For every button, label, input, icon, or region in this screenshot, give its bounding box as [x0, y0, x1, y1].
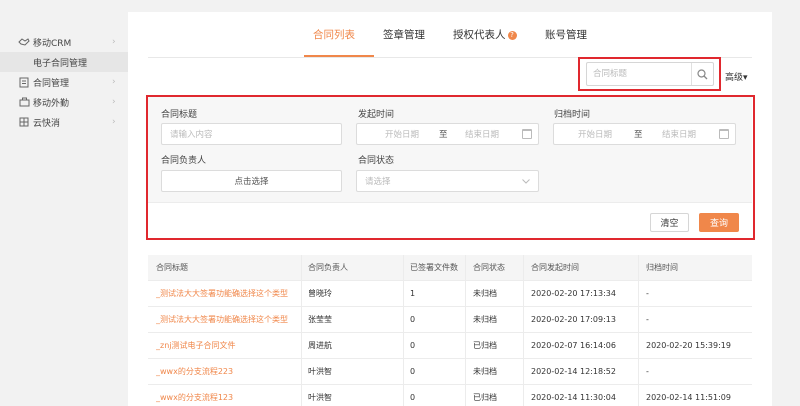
- sidebar-item-label: 移动CRM: [33, 38, 72, 49]
- table-row[interactable]: _测试法大大签署功能确选择这个类型 张莹莹 0 未归档 2020-02-20 1…: [148, 307, 752, 333]
- sidebar-item-crm[interactable]: 移动CRM ›: [0, 32, 128, 52]
- archive-time-cell: 2020-02-14 11:51:09: [646, 393, 731, 402]
- status-cell: 未归档: [473, 289, 497, 298]
- tab-authorized-rep[interactable]: 授权代表人?: [453, 27, 517, 42]
- column-divider: [403, 255, 404, 406]
- signed-count-cell: 1: [410, 289, 416, 298]
- sidebar-item-fmcg[interactable]: 云快消 ›: [0, 112, 128, 132]
- contract-title-link[interactable]: _测试法大大签署功能确选择这个类型: [156, 281, 288, 307]
- status-cell: 已归档: [473, 341, 497, 350]
- filter-highlight-box: [146, 95, 755, 240]
- tab-seal-management[interactable]: 签章管理: [383, 27, 425, 42]
- column-header[interactable]: 合同发起时间: [531, 255, 579, 281]
- status-cell: 未归档: [473, 315, 497, 324]
- advanced-toggle[interactable]: 高级▾: [725, 70, 748, 83]
- contract-title-link[interactable]: _znj测试电子合同文件: [156, 333, 236, 359]
- sidebar-item-label: 云快消: [33, 118, 61, 129]
- search-input[interactable]: [587, 63, 687, 85]
- sidebar-item-field-work[interactable]: 移动外勤 ›: [0, 92, 128, 112]
- owner-cell: 叶洪智: [308, 393, 332, 402]
- sidebar-item-contract-mgmt[interactable]: 合同管理 ›: [0, 72, 128, 92]
- owner-cell: 叶洪智: [308, 367, 332, 376]
- sidebar-item-e-contract[interactable]: 电子合同管理: [0, 52, 128, 72]
- main-panel: 合同列表 签章管理 授权代表人? 账号管理 高级▾ 合同标题 请输入内容 发起时…: [128, 12, 772, 406]
- archive-time-cell: -: [646, 315, 649, 324]
- table-row[interactable]: _测试法大大签署功能确选择这个类型 曾晓玲 1 未归档 2020-02-20 1…: [148, 281, 752, 307]
- active-tab-indicator: [304, 55, 374, 57]
- contract-title-link[interactable]: _wwx的分支流程123: [156, 385, 233, 406]
- owner-cell: 周进航: [308, 341, 332, 350]
- archive-time-cell: -: [646, 289, 649, 298]
- start-time-cell: 2020-02-07 16:14:06: [531, 341, 616, 350]
- help-icon: ?: [507, 31, 517, 40]
- tab-label: 授权代表人: [453, 29, 506, 41]
- table-header-row: 合同标题 合同负责人 已签署文件数 合同状态 合同发起时间 归档时间: [148, 255, 752, 281]
- chevron-right-icon: ›: [112, 97, 116, 107]
- briefcase-icon: [18, 96, 30, 108]
- start-time-cell: 2020-02-20 17:09:13: [531, 315, 616, 324]
- sidebar-item-label: 移动外勤: [33, 98, 70, 109]
- sidebar: 移动CRM › 电子合同管理 合同管理 › 移动外勤 › 云快消 ›: [0, 0, 128, 406]
- start-time-cell: 2020-02-20 17:13:34: [531, 289, 616, 298]
- grid-icon: [18, 116, 30, 128]
- signed-count-cell: 0: [410, 367, 416, 376]
- sidebar-item-label: 电子合同管理: [33, 58, 88, 69]
- contract-title-link[interactable]: _wwx的分支流程223: [156, 359, 233, 385]
- column-divider: [301, 255, 302, 406]
- table-row[interactable]: _wwx的分支流程123 叶洪智 0 已归档 2020-02-14 11:30:…: [148, 385, 752, 406]
- column-header[interactable]: 归档时间: [646, 255, 678, 281]
- table-row[interactable]: _znj测试电子合同文件 周进航 0 已归档 2020-02-07 16:14:…: [148, 333, 752, 359]
- status-cell: 已归档: [473, 393, 497, 402]
- owner-cell: 张莹莹: [308, 315, 332, 324]
- tab-contract-list[interactable]: 合同列表: [313, 27, 355, 42]
- sidebar-item-label: 合同管理: [33, 78, 70, 89]
- signed-count-cell: 0: [410, 393, 416, 402]
- search-button[interactable]: [691, 63, 713, 85]
- archive-time-cell: -: [646, 367, 649, 376]
- contract-table: 合同标题 合同负责人 已签署文件数 合同状态 合同发起时间 归档时间 _测试法大…: [148, 255, 752, 406]
- archive-time-cell: 2020-02-20 15:39:19: [646, 341, 731, 350]
- start-time-cell: 2020-02-14 12:18:52: [531, 367, 616, 376]
- column-header[interactable]: 合同状态: [473, 255, 505, 281]
- handshake-icon: [18, 36, 30, 48]
- table-row[interactable]: _wwx的分支流程223 叶洪智 0 未归档 2020-02-14 12:18:…: [148, 359, 752, 385]
- chevron-right-icon: ›: [112, 37, 116, 47]
- tab-bar: 合同列表 签章管理 授权代表人? 账号管理: [148, 20, 752, 58]
- column-header[interactable]: 已签署文件数: [410, 255, 458, 281]
- status-cell: 未归档: [473, 367, 497, 376]
- signed-count-cell: 0: [410, 341, 416, 350]
- column-divider: [638, 255, 639, 406]
- column-divider: [465, 255, 466, 406]
- owner-cell: 曾晓玲: [308, 289, 332, 298]
- tab-account-management[interactable]: 账号管理: [545, 27, 587, 42]
- column-header[interactable]: 合同标题: [156, 255, 188, 281]
- column-header[interactable]: 合同负责人: [308, 255, 348, 281]
- search-icon: [697, 68, 708, 79]
- chevron-right-icon: ›: [112, 117, 116, 127]
- start-time-cell: 2020-02-14 11:30:04: [531, 393, 616, 402]
- document-icon: [18, 76, 30, 88]
- column-divider: [523, 255, 524, 406]
- contract-title-link[interactable]: _测试法大大签署功能确选择这个类型: [156, 307, 288, 333]
- signed-count-cell: 0: [410, 315, 416, 324]
- chevron-right-icon: ›: [112, 77, 116, 87]
- search-field: [586, 62, 714, 86]
